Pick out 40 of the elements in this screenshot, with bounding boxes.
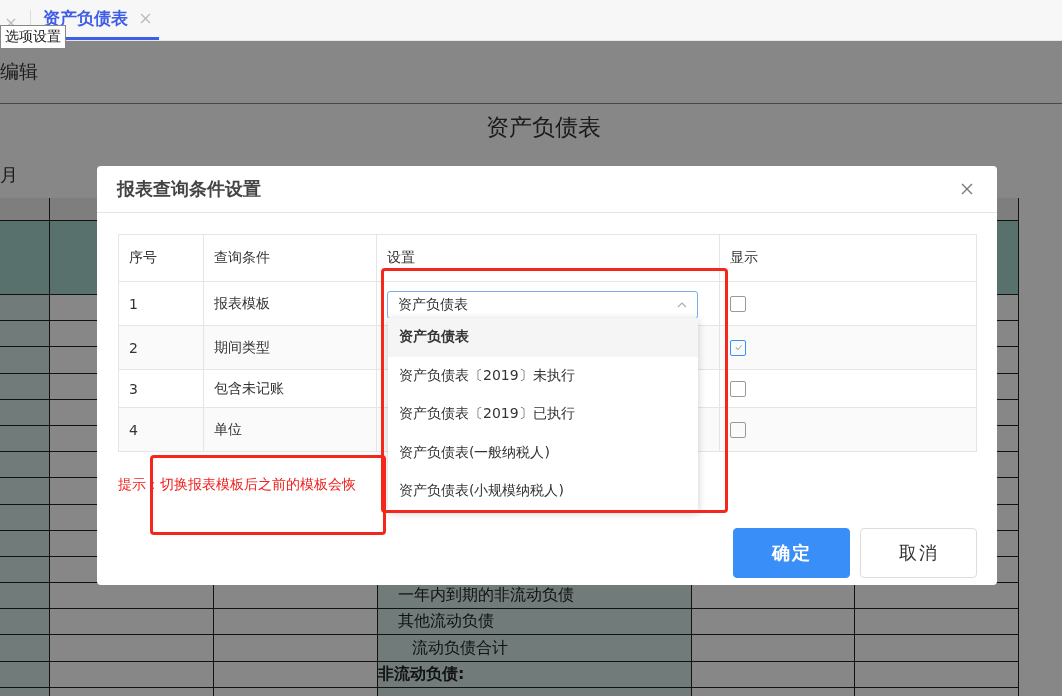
cancel-button[interactable]: 取消 — [860, 528, 977, 578]
sheet-cell — [0, 661, 50, 688]
sheet-cell: 流动负债合计 — [378, 635, 692, 662]
sheet-cell: 非流动负债: — [378, 661, 692, 688]
caret-icon — [677, 302, 687, 308]
table-cell: 1 — [129, 295, 138, 312]
close-icon[interactable] — [961, 183, 973, 195]
column-header: 设置 — [387, 249, 415, 267]
checkbox[interactable] — [730, 380, 746, 397]
check-icon — [733, 343, 743, 352]
table-cell: 期间类型 — [214, 338, 270, 357]
sheet-cell — [0, 635, 50, 662]
edit-button[interactable]: 编辑 — [0, 59, 38, 85]
table-cell: 4 — [129, 421, 138, 438]
column-header: 显示 — [730, 249, 758, 267]
sheet-cell — [0, 198, 50, 221]
column-header: 序号 — [129, 249, 157, 267]
sheet-cell — [0, 609, 50, 636]
dialog-title: 报表查询条件设置 — [117, 177, 261, 201]
column-header: 查询条件 — [214, 249, 270, 267]
checkbox[interactable] — [730, 421, 746, 438]
dropdown-option[interactable]: 资产负债表〔2019〕未执行 — [388, 356, 698, 395]
sheet-cell: 一年内到期的非流动负债 — [378, 583, 692, 610]
table-cell: 包含未记账 — [214, 379, 284, 398]
dropdown-option[interactable]: 资产负债表 — [388, 318, 698, 357]
table-cell: 3 — [129, 380, 138, 397]
checkbox[interactable] — [730, 339, 746, 356]
table-cell: 报表模板 — [214, 294, 270, 313]
report-title: 资产负债表 — [484, 113, 602, 142]
dropdown-option[interactable]: 资产负债表〔2019〕已执行 — [388, 395, 698, 434]
sheet-cell — [0, 583, 50, 610]
table-cell: 单位 — [214, 420, 242, 439]
tooltip: 选项设置 — [0, 25, 66, 49]
table-cell: 2 — [129, 339, 138, 356]
hint-text: 提示：切换报表模板后之前的模板会恢 — [118, 476, 356, 492]
sheet-cell: 其他流动负债 — [378, 609, 692, 636]
dropdown-option[interactable]: 资产负债表(一般纳税人) — [388, 433, 698, 472]
period-label: 月 — [0, 162, 18, 187]
checkbox[interactable] — [730, 295, 746, 312]
dropdown-option[interactable]: 资产负债表(小规模纳税人) — [388, 472, 698, 511]
